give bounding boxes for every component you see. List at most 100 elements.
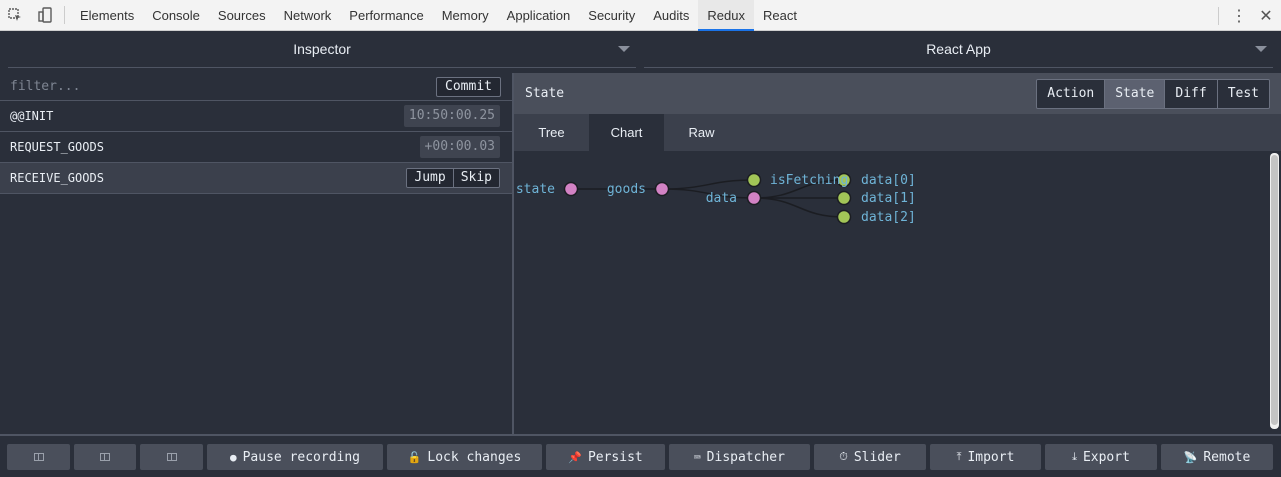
- instance-selector-row: Inspector React App: [0, 31, 1281, 71]
- chart-scrollbar[interactable]: [1270, 153, 1279, 429]
- download-icon: ⤓: [1072, 450, 1077, 463]
- export-label: Export: [1082, 449, 1130, 465]
- tab-raw[interactable]: Raw: [664, 114, 739, 151]
- instance-selector[interactable]: React App: [644, 31, 1273, 68]
- tab-security[interactable]: Security: [579, 0, 644, 31]
- bottom-toolbar: ● Pause recording 🔓 Lock changes 📌 Persi…: [0, 434, 1281, 477]
- tab-react[interactable]: React: [754, 0, 806, 31]
- layout-left-button[interactable]: [7, 444, 70, 470]
- link-data-data2: [753, 197, 845, 218]
- tab-redux[interactable]: Redux: [698, 0, 754, 31]
- instance-selector-label: React App: [926, 41, 991, 57]
- broadcast-icon: 📡: [1183, 450, 1198, 464]
- action-name: RECEIVE_GOODS: [10, 171, 104, 185]
- node-goods[interactable]: [654, 181, 670, 197]
- mode-button-action[interactable]: Action: [1037, 80, 1105, 108]
- inspector-title: State: [525, 86, 565, 101]
- action-name: REQUEST_GOODS: [10, 140, 104, 154]
- persist-label: Persist: [587, 449, 643, 465]
- label-data0: data[0]: [861, 173, 916, 188]
- tab-elements[interactable]: Elements: [71, 0, 143, 31]
- tab-console[interactable]: Console: [143, 0, 209, 31]
- lock-icon: 🔓: [407, 450, 422, 464]
- monitor-selector[interactable]: Inspector: [8, 31, 636, 68]
- label-data: data: [706, 191, 737, 206]
- scrollbar-thumb[interactable]: [1271, 155, 1278, 425]
- devtools-tab-bar: Elements Console Sources Network Perform…: [0, 0, 1281, 31]
- tab-sources[interactable]: Sources: [209, 0, 275, 31]
- action-timestamp: 10:50:00.25: [403, 105, 500, 127]
- upload-icon: ⤒: [956, 450, 962, 463]
- jump-button[interactable]: Jump: [407, 169, 453, 187]
- slider-button[interactable]: ⏱ Slider: [814, 444, 926, 470]
- layout-bottom-button[interactable]: [140, 444, 203, 470]
- node-data1[interactable]: [836, 190, 852, 206]
- label-state: state: [516, 182, 555, 197]
- chart-labels: state goods isFetching data data[0] data…: [516, 173, 916, 225]
- monitor-selector-label: Inspector: [293, 41, 351, 57]
- record-icon: ●: [229, 450, 237, 464]
- tab-application[interactable]: Application: [498, 0, 580, 31]
- tab-audits[interactable]: Audits: [644, 0, 698, 31]
- layout-right-icon: [100, 453, 110, 461]
- lock-changes-button[interactable]: 🔓 Lock changes: [387, 444, 542, 470]
- tab-chart[interactable]: Chart: [589, 114, 664, 151]
- remote-label: Remote: [1203, 449, 1251, 465]
- action-timestamp: +00:00.03: [419, 136, 500, 158]
- action-item-request-goods[interactable]: REQUEST_GOODS +00:00.03: [0, 132, 512, 163]
- action-item-init[interactable]: @@INIT 10:50:00.25: [0, 101, 512, 132]
- export-button[interactable]: ⤓ Export: [1045, 444, 1157, 470]
- divider: [64, 6, 65, 24]
- action-list-panel: Commit @@INIT 10:50:00.25 REQUEST_GOODS …: [0, 73, 514, 434]
- node-isfetching[interactable]: [746, 172, 762, 188]
- state-chart[interactable]: state goods isFetching data data[0] data…: [514, 151, 1281, 434]
- keyboard-icon: ⌨: [694, 450, 701, 464]
- label-data1: data[1]: [861, 191, 916, 206]
- tab-performance[interactable]: Performance: [340, 0, 432, 31]
- skip-button[interactable]: Skip: [452, 169, 499, 187]
- inspector-mode-group: Action State Diff Test: [1036, 79, 1270, 109]
- link-goods-isfetching: [661, 179, 755, 190]
- more-options-icon[interactable]: ⋮: [1227, 6, 1251, 26]
- jump-skip-group: Jump Skip: [406, 168, 500, 188]
- action-name: @@INIT: [10, 109, 54, 123]
- tab-memory[interactable]: Memory: [433, 0, 498, 31]
- slider-label: Slider: [853, 449, 901, 465]
- node-data2[interactable]: [836, 209, 852, 225]
- layout-left-icon: [33, 453, 44, 461]
- label-isfetching: isFetching: [770, 173, 848, 188]
- close-icon[interactable]: ✕: [1251, 6, 1281, 26]
- tab-tree[interactable]: Tree: [514, 114, 589, 151]
- dispatcher-button[interactable]: ⌨ Dispatcher: [669, 444, 810, 470]
- device-toolbar-icon[interactable]: [30, 0, 60, 31]
- import-label: Import: [967, 449, 1015, 465]
- pin-icon: 📌: [568, 450, 582, 464]
- devtools-controls: ⋮ ✕: [1210, 0, 1281, 31]
- inspector-header: State Action State Diff Test: [514, 73, 1281, 114]
- tab-network[interactable]: Network: [275, 0, 341, 31]
- chevron-down-icon: [618, 46, 630, 52]
- import-button[interactable]: ⤒ Import: [930, 444, 1041, 470]
- node-data[interactable]: [746, 190, 762, 206]
- layout-bottom-icon: [166, 453, 177, 461]
- filter-row: Commit: [0, 73, 512, 101]
- lock-changes-label: Lock changes: [427, 449, 522, 465]
- action-item-receive-goods[interactable]: RECEIVE_GOODS Jump Skip: [0, 163, 512, 194]
- mode-button-state[interactable]: State: [1104, 80, 1165, 108]
- view-tabs: Tree Chart Raw: [514, 114, 1281, 151]
- inspector-panel: State Action State Diff Test Tree Chart …: [514, 73, 1281, 434]
- inspect-element-icon[interactable]: [0, 0, 30, 31]
- pause-recording-button[interactable]: ● Pause recording: [207, 444, 383, 470]
- dispatcher-label: Dispatcher: [706, 449, 785, 465]
- commit-button[interactable]: Commit: [436, 77, 501, 97]
- layout-right-button[interactable]: [74, 444, 136, 470]
- mode-button-diff[interactable]: Diff: [1164, 80, 1217, 108]
- label-data2: data[2]: [861, 210, 916, 225]
- node-state[interactable]: [563, 181, 579, 197]
- remote-button[interactable]: 📡 Remote: [1161, 444, 1273, 470]
- pause-recording-label: Pause recording: [242, 449, 361, 465]
- filter-input[interactable]: [10, 79, 390, 94]
- persist-button[interactable]: 📌 Persist: [546, 444, 665, 470]
- timer-icon: ⏱: [839, 450, 848, 463]
- mode-button-test[interactable]: Test: [1216, 80, 1269, 108]
